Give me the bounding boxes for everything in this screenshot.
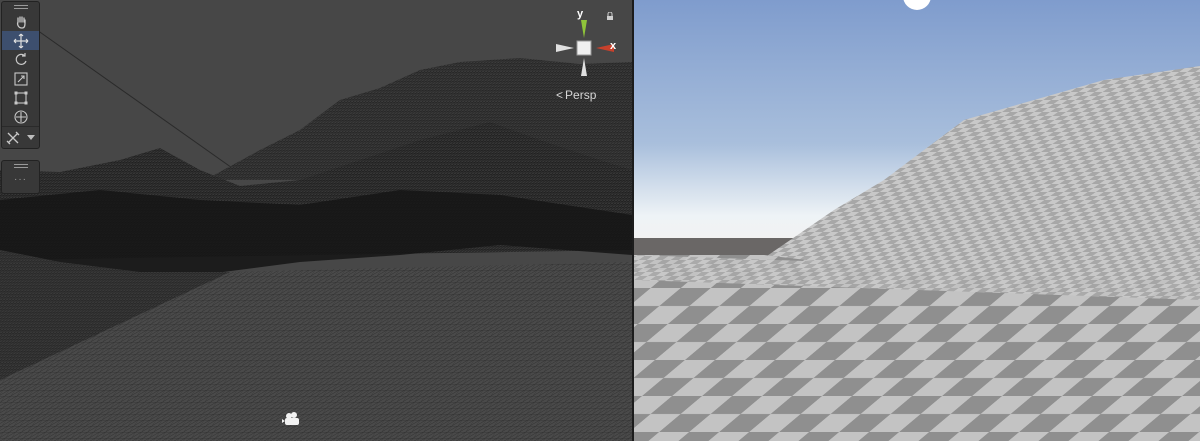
rotate-tool-button[interactable]: [2, 50, 39, 69]
move-arrows-icon: [13, 33, 28, 48]
scale-tool-button[interactable]: [2, 69, 39, 88]
game-view[interactable]: [634, 0, 1200, 441]
hand-tool-button[interactable]: [2, 12, 39, 31]
camera-mode-label: Persp: [565, 88, 597, 102]
transform-icon: [13, 109, 28, 124]
rect-transform-icon: [14, 91, 27, 104]
axis-y-label: y: [577, 8, 584, 20]
projection-toggle[interactable]: < Persp: [556, 88, 596, 102]
editor-window: ··· y x < Persp: [0, 0, 1200, 441]
tool-palette: [1, 1, 40, 149]
scene-view[interactable]: ··· y x < Persp: [0, 0, 632, 441]
terrain-wireframe: [0, 17, 632, 441]
camera-gizmo-icon[interactable]: [282, 410, 302, 428]
overlay-drag-handle[interactable]: [2, 161, 39, 171]
chevron-down-icon: [27, 135, 35, 140]
hand-icon: [16, 15, 26, 29]
custom-tools-dropdown[interactable]: [2, 126, 39, 148]
rect-tool-button[interactable]: [2, 88, 39, 107]
chevron-left-icon: <: [556, 88, 564, 102]
move-tool-button[interactable]: [2, 31, 39, 50]
game-render: [634, 0, 1200, 441]
transform-tool-button[interactable]: [2, 107, 39, 126]
lock-icon[interactable]: [606, 12, 614, 20]
scale-icon: [13, 71, 28, 86]
rotate-icon: [15, 52, 27, 65]
toolbar-drag-handle[interactable]: [2, 2, 39, 12]
axis-x-label: x: [610, 40, 617, 52]
overlay-menu[interactable]: ···: [1, 160, 40, 194]
more-dots-icon[interactable]: ···: [2, 175, 39, 185]
tools-icon: [6, 131, 20, 144]
